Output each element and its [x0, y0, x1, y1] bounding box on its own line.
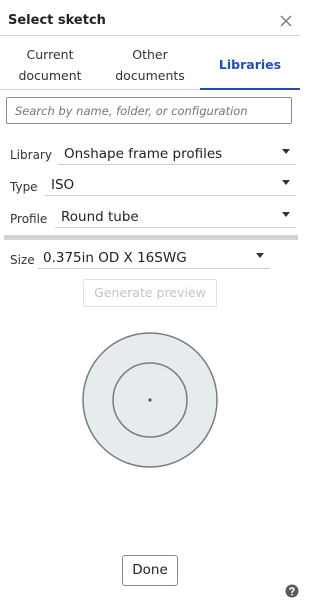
- tab-active-indicator: [200, 88, 300, 90]
- size-select[interactable]: 0.375in OD X 16SWG: [38, 247, 270, 269]
- profile-value: Round tube: [61, 209, 139, 225]
- tab-libraries[interactable]: Libraries: [200, 54, 300, 75]
- profile-select[interactable]: Round tube: [55, 206, 296, 228]
- chevron-down-icon: [282, 212, 290, 217]
- profile-label: Profile: [10, 212, 48, 226]
- tab-current-document-line2: document: [18, 68, 82, 83]
- search-input[interactable]: [6, 97, 292, 124]
- preview-center-point: [148, 398, 152, 402]
- tab-current-document[interactable]: Current document: [0, 44, 100, 86]
- dialog-title: Select sketch: [8, 13, 106, 28]
- tab-other-documents-line2: documents: [115, 68, 185, 83]
- chevron-down-icon: [282, 180, 290, 185]
- tab-other-documents-line1: Other: [132, 47, 168, 62]
- generate-preview-button[interactable]: Generate preview: [83, 279, 217, 307]
- library-select[interactable]: Onshape frame profiles: [58, 143, 296, 165]
- library-value: Onshape frame profiles: [64, 146, 223, 162]
- tab-current-document-line1: Current: [26, 47, 74, 62]
- chevron-down-icon: [256, 253, 264, 258]
- section-divider: [4, 235, 298, 240]
- type-label: Type: [10, 180, 38, 194]
- profile-preview: [82, 332, 218, 468]
- size-label: Size: [10, 253, 35, 267]
- done-button[interactable]: Done: [122, 555, 178, 586]
- library-label: Library: [10, 148, 52, 162]
- help-icon[interactable]: [285, 584, 299, 598]
- tab-other-documents[interactable]: Other documents: [100, 44, 200, 86]
- size-value: 0.375in OD X 16SWG: [43, 250, 187, 266]
- chevron-down-icon: [282, 149, 290, 154]
- close-icon[interactable]: [279, 14, 293, 28]
- type-value: ISO: [51, 177, 75, 193]
- type-select[interactable]: ISO: [45, 174, 296, 196]
- header-divider: [0, 35, 300, 36]
